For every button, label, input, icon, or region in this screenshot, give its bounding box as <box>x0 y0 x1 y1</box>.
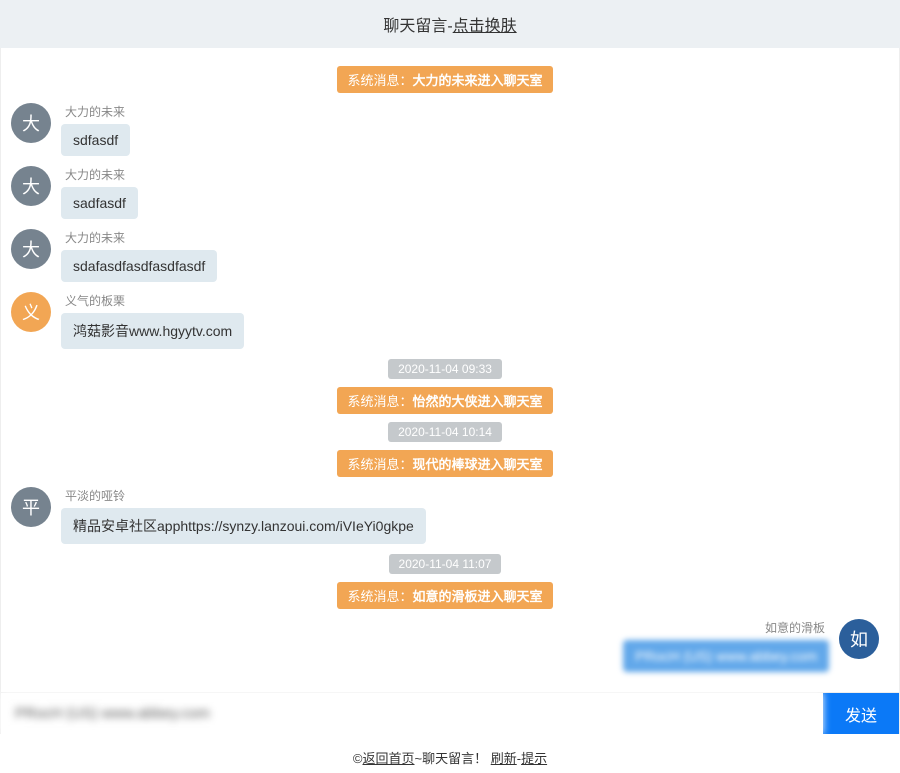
input-area: 发送 <box>0 692 900 734</box>
avatar[interactable]: 平 <box>11 487 51 527</box>
message-content: 义气的板栗鸿菇影音www.hgyytv.com <box>61 292 244 349</box>
refresh-link[interactable]: 刷新 <box>491 751 517 766</box>
message-content: 大力的未来 sdfasdf <box>61 103 130 156</box>
system-message: 系统消息：怡然的大侠进入聊天室 <box>11 387 879 414</box>
username: 大力的未来 <box>61 103 130 120</box>
header-title: 聊天留言 <box>383 18 447 35</box>
username: 平淡的哑铃 <box>61 487 426 504</box>
timestamp: 2020-11-04 10:14 <box>11 422 879 442</box>
timestamp-text: 2020-11-04 10:14 <box>388 422 502 442</box>
avatar[interactable]: 大 <box>11 103 51 143</box>
username: 大力的未来 <box>61 166 138 183</box>
message-bubble: 精品安卓社区apphttps://synzy.lanzoui.com/iVIeY… <box>61 508 426 544</box>
message-content: 大力的未来 sdafasdfasdfasdfasdf <box>61 229 217 282</box>
timestamp: 2020-11-04 11:07 <box>11 554 879 574</box>
system-message-text: 系统消息：如意的滑板进入聊天室 <box>337 582 552 609</box>
chat-area: 系统消息：大力的未来进入聊天室大大力的未来sdfasdf大大力的未来sadfas… <box>0 48 900 692</box>
message-bubble: PRocH (US) www.abbey.com <box>623 640 829 672</box>
avatar[interactable]: 大 <box>11 229 51 269</box>
username: 义气的板栗 <box>61 292 244 309</box>
send-button[interactable]: 发送 <box>823 693 899 734</box>
system-message-text: 系统消息：现代的棒球进入聊天室 <box>337 450 552 477</box>
message-bubble: 鸿菇影音www.hgyytv.com <box>61 313 244 349</box>
message-row: 大大力的未来 sdfasdf <box>11 103 879 156</box>
message-row: 大大力的未来 sdafasdfasdfasdfasdf <box>11 229 879 282</box>
message-row: 平平淡的哑铃精品安卓社区apphttps://synzy.lanzoui.com… <box>11 487 879 544</box>
timestamp-text: 2020-11-04 11:07 <box>389 554 502 574</box>
system-message-text: 系统消息：怡然的大侠进入聊天室 <box>337 387 552 414</box>
timestamp: 2020-11-04 09:33 <box>11 359 879 379</box>
timestamp-text: 2020-11-04 09:33 <box>388 359 502 379</box>
message-bubble: sdfasdf <box>61 124 130 156</box>
system-message: 系统消息：大力的未来进入聊天室 <box>11 66 879 93</box>
tip-link[interactable]: 提示 <box>521 751 547 766</box>
message-content: 大力的未来 sadfasdf <box>61 166 138 219</box>
message-content: 如意的滑板 PRocH (US) www.abbey.com <box>623 619 829 672</box>
message-input[interactable] <box>1 693 823 734</box>
system-message: 系统消息：如意的滑板进入聊天室 <box>11 582 879 609</box>
message-content: 平淡的哑铃精品安卓社区apphttps://synzy.lanzoui.com/… <box>61 487 426 544</box>
message-bubble: sadfasdf <box>61 187 138 219</box>
home-link[interactable]: 返回首页 <box>362 751 414 766</box>
username: 大力的未来 <box>61 229 217 246</box>
system-message-text: 系统消息：大力的未来进入聊天室 <box>337 66 552 93</box>
change-skin-link[interactable]: 点击换肤 <box>453 18 517 35</box>
avatar[interactable]: 如 <box>839 619 879 659</box>
avatar[interactable]: 义 <box>11 292 51 332</box>
system-message: 系统消息：现代的棒球进入聊天室 <box>11 450 879 477</box>
message-bubble: sdafasdfasdfasdfasdf <box>61 250 217 282</box>
message-row: 如如意的滑板 PRocH (US) www.abbey.com <box>11 619 879 672</box>
footer: ©返回首页~聊天留言！ 刷新-提示 <box>0 734 900 773</box>
message-row: 大大力的未来 sadfasdf <box>11 166 879 219</box>
avatar[interactable]: 大 <box>11 166 51 206</box>
footer-copy: © <box>353 751 363 766</box>
footer-mid: ~聊天留言！ <box>415 751 491 766</box>
message-row: 义义气的板栗鸿菇影音www.hgyytv.com <box>11 292 879 349</box>
header: 聊天留言-点击换肤 <box>0 0 900 48</box>
username: 如意的滑板 <box>761 619 829 636</box>
